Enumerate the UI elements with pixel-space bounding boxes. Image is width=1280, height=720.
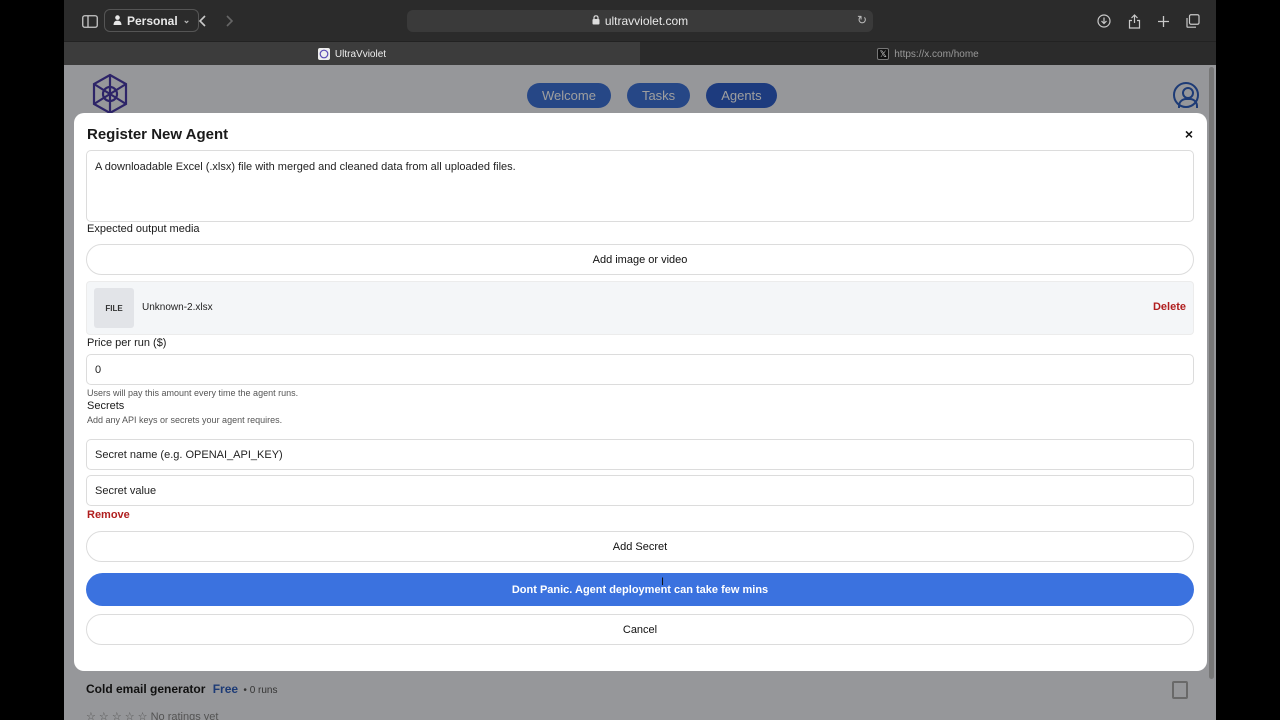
tab-overview-icon[interactable] [1182, 10, 1204, 32]
deploy-agent-button[interactable]: Dont Panic. Agent deployment can take fe… [86, 573, 1194, 606]
cancel-button[interactable]: Cancel [86, 614, 1194, 645]
back-icon[interactable] [191, 10, 213, 32]
profile-label: Personal [127, 13, 178, 28]
uploaded-file-row: FILE Unknown-2.xlsx Delete [86, 281, 1194, 335]
price-hint: Users will pay this amount every time th… [87, 388, 299, 398]
tab-strip: UltraVviolet 𝕏 https://x.com/home [64, 41, 1216, 66]
add-media-button[interactable]: Add image or video [86, 244, 1194, 275]
secrets-label: Secrets [87, 400, 125, 412]
add-secret-button[interactable]: Add Secret [86, 531, 1194, 562]
new-tab-icon[interactable] [1152, 10, 1174, 32]
file-thumbnail: FILE [94, 288, 134, 328]
share-icon[interactable] [1123, 10, 1145, 32]
browser-window: Personal ⌄ ultravviolet.com ↻ UltraVviol… [64, 0, 1216, 720]
chevron-down-icon: ⌄ [182, 15, 191, 25]
remove-secret-button[interactable]: Remove [87, 509, 130, 521]
modal-title: Register New Agent [87, 126, 229, 143]
ultravviolet-favicon-icon [317, 48, 330, 60]
price-label: Price per run ($) [87, 337, 167, 349]
delete-file-button[interactable]: Delete [1153, 301, 1186, 313]
profile-button[interactable]: Personal ⌄ [104, 9, 200, 32]
lock-icon [592, 14, 600, 28]
person-icon [113, 14, 122, 28]
register-agent-modal: Register New Agent × A downloadable Exce… [74, 113, 1207, 671]
price-input[interactable]: 0 [86, 354, 1194, 385]
expected-output-label: Expected output media [87, 223, 200, 235]
secrets-hint: Add any API keys or secrets your agent r… [87, 415, 283, 425]
tab-ultravviolet[interactable]: UltraVviolet [64, 42, 640, 66]
sidebar-toggle-icon[interactable] [79, 10, 101, 32]
url-text: ultravviolet.com [604, 14, 689, 28]
address-bar[interactable]: ultravviolet.com ↻ [407, 10, 873, 32]
tab-title: https://x.com/home [894, 48, 979, 60]
file-name: Unknown-2.xlsx [142, 302, 213, 313]
browser-toolbar: Personal ⌄ ultravviolet.com ↻ [64, 0, 1216, 41]
close-icon[interactable]: × [1181, 126, 1197, 142]
text-cursor-icon: I [661, 576, 665, 588]
tab-x-home[interactable]: 𝕏 https://x.com/home [640, 42, 1216, 66]
secret-value-input[interactable]: Secret value [86, 475, 1194, 506]
forward-icon[interactable] [219, 10, 241, 32]
x-logo-icon: 𝕏 [877, 48, 890, 60]
reload-icon[interactable]: ↻ [857, 13, 867, 27]
page-content: Welcome Tasks Agents Cold email generato… [64, 65, 1216, 720]
secret-name-input[interactable]: Secret name (e.g. OPENAI_API_KEY) [86, 439, 1194, 470]
description-textarea[interactable]: A downloadable Excel (.xlsx) file with m… [86, 150, 1194, 222]
page-scrollbar[interactable] [1209, 67, 1214, 679]
tab-title: UltraVviolet [334, 48, 387, 60]
download-icon[interactable] [1093, 10, 1115, 32]
